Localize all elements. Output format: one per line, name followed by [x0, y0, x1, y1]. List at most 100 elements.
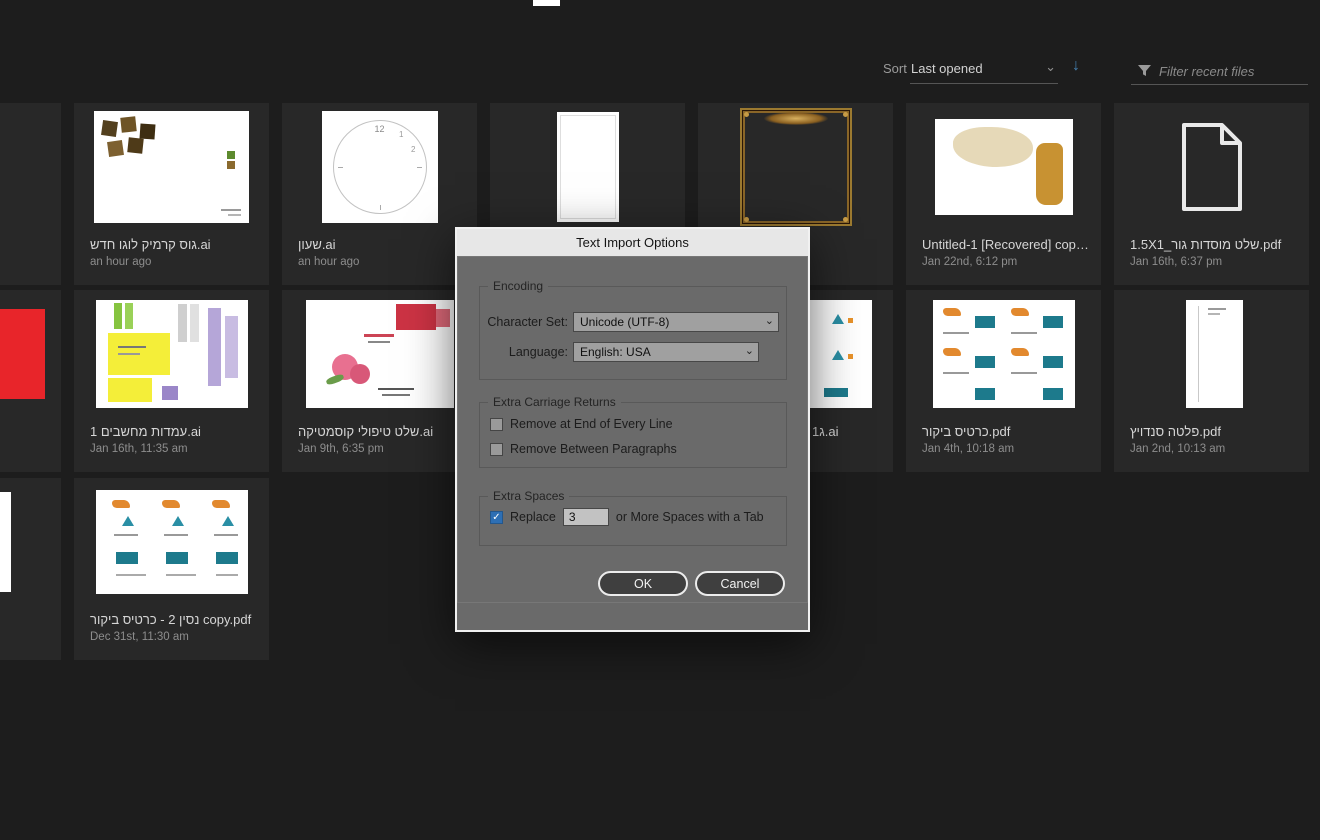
thumb-shape — [111, 500, 130, 508]
thumb-shape — [743, 217, 749, 222]
file-card[interactable]: 12 1 2 שעון.ai an hour ago — [282, 103, 477, 285]
file-card[interactable] — [0, 478, 61, 660]
thumb-shape — [1010, 348, 1029, 356]
file-date: Jan 2nd, 10:13 am — [1130, 443, 1226, 455]
thumb-shape — [189, 304, 199, 342]
thumb-shape — [1042, 316, 1063, 328]
file-date: Jan 22nd, 6:12 pm — [922, 256, 1018, 268]
thumb-shape — [1010, 308, 1029, 316]
file-thumbnail — [698, 103, 893, 231]
filter-input[interactable] — [1157, 60, 1306, 82]
thumb-shape — [942, 308, 961, 316]
extra-carriage-returns-group: Extra Carriage Returns Remove at End of … — [479, 395, 787, 468]
thumb-shape — [942, 332, 969, 334]
file-date: Dec 31st, 11:30 am — [90, 631, 189, 643]
thumb-shape — [171, 516, 184, 526]
character-set-select[interactable]: Unicode (UTF-8) ⌄ — [573, 312, 779, 332]
file-date: Jan 9th, 6:35 pm — [298, 443, 384, 455]
thumb-shape — [349, 364, 370, 384]
replace-spaces-checkbox[interactable] — [490, 510, 503, 524]
ok-button[interactable]: OK — [598, 571, 688, 596]
remove-end-of-line-label: Remove at End of Every Line — [510, 417, 673, 431]
thumb-shape — [1185, 300, 1243, 408]
thumb-shape — [559, 115, 616, 219]
sort-direction-button[interactable]: ↓ — [1072, 57, 1080, 75]
thumb-shape — [221, 209, 241, 211]
file-card[interactable] — [0, 103, 61, 285]
file-card[interactable]: שלט טיפולי קוסמטיקה.ai Jan 9th, 6:35 pm — [282, 290, 477, 472]
thumb-shape — [1035, 143, 1063, 205]
window-handle — [533, 0, 560, 6]
file-name: שעון.ai — [298, 237, 336, 252]
file-date: an hour ago — [90, 256, 152, 268]
chevron-down-icon: ⌄ — [744, 345, 754, 357]
thumb-shape — [165, 552, 188, 564]
spaces-suffix-label: or More Spaces with a Tab — [615, 510, 764, 524]
thumb-shape — [115, 574, 146, 576]
thumb-shape — [1197, 306, 1199, 402]
file-thumbnail — [906, 290, 1101, 418]
ornate-frame-thumbnail — [739, 108, 852, 226]
thumb-shape — [161, 386, 178, 400]
filter-box — [1131, 57, 1308, 85]
thumb-shape — [115, 552, 138, 564]
thumb-shape — [381, 394, 410, 396]
language-select[interactable]: English: USA ⌄ — [573, 342, 759, 362]
file-card[interactable]: גוס קרמיק לוגו חדש.ai an hour ago — [74, 103, 269, 285]
thumb-shape — [228, 214, 241, 216]
replace-count-input[interactable] — [562, 508, 609, 526]
spaces-group-title: Extra Spaces — [488, 489, 570, 503]
remove-end-of-line-checkbox[interactable] — [490, 417, 503, 431]
thumb-shape — [367, 341, 390, 343]
file-card[interactable]: עמדות מחשבים 1.ai Jan 16th, 11:35 am — [74, 290, 269, 472]
thumb-shape — [942, 348, 961, 356]
file-card[interactable] — [0, 290, 61, 472]
thumb-shape — [847, 318, 853, 323]
thumb-shape — [139, 123, 156, 140]
thumb-shape — [120, 116, 137, 133]
thumb-shape — [1042, 388, 1063, 400]
thumb-shape — [324, 373, 345, 386]
thumb-shape — [211, 500, 230, 508]
file-thumbnail — [282, 290, 477, 418]
file-card[interactable]: פלטה סנדויץ.pdf Jan 2nd, 10:13 am — [1114, 290, 1309, 472]
file-card[interactable]: כרטיס ביקור.pdf Jan 4th, 10:18 am — [906, 290, 1101, 472]
remove-between-paragraphs-label: Remove Between Paragraphs — [510, 442, 677, 456]
file-name: Untitled-1 [Recovered] cop… — [922, 237, 1089, 252]
file-thumbnail — [0, 290, 61, 418]
file-thumbnail — [74, 290, 269, 418]
character-set-label: Character Set: — [487, 315, 568, 329]
remove-between-paragraphs-checkbox[interactable] — [490, 442, 503, 456]
file-date: an hour ago — [298, 256, 360, 268]
sort-label: Sort — [883, 61, 907, 76]
thumb-shape — [221, 516, 234, 526]
thumb-shape — [113, 534, 138, 536]
thumb-shape — [974, 356, 995, 368]
thumb-shape — [1207, 313, 1220, 315]
thumb-shape — [117, 346, 146, 348]
thumb-shape — [823, 388, 848, 397]
thumb-shape — [363, 334, 394, 337]
file-card[interactable]: 1.5X1_שלט מוסדות גור.pdf Jan 16th, 6:37 … — [1114, 103, 1309, 285]
thumb-shape — [395, 304, 436, 330]
thumb-shape — [163, 534, 188, 536]
language-label: Language: — [508, 345, 568, 359]
thumb-shape — [842, 217, 848, 222]
file-card[interactable]: נסין 2 - כרטיס ביקור copy.pdf Dec 31st, … — [74, 478, 269, 660]
file-thumbnail — [0, 103, 61, 231]
file-name: גוס קרמיק לוגו חדש.ai — [90, 237, 211, 252]
thumb-shape — [952, 127, 1033, 167]
thumb-shape — [1207, 308, 1226, 310]
file-card[interactable]: Untitled-1 [Recovered] cop… Jan 22nd, 6:… — [906, 103, 1101, 285]
thumb-shape — [743, 112, 749, 117]
file-date: Jan 16th, 11:35 am — [90, 443, 188, 455]
cancel-button[interactable]: Cancel — [695, 571, 785, 596]
sort-dropdown[interactable]: Last opened ⌄ — [910, 58, 1058, 84]
language-value: English: USA — [580, 345, 651, 359]
file-name: שלט טיפולי קוסמטיקה.ai — [298, 424, 434, 439]
illustrator-home-screen: { "topbar": { "sort_label": "Sort", "sor… — [0, 0, 1320, 840]
thumb-shape — [215, 574, 238, 576]
dialog-title: Text Import Options — [457, 229, 808, 256]
file-thumbnail — [0, 478, 61, 606]
encoding-group: Encoding Character Set: Unicode (UTF-8) … — [479, 279, 787, 380]
